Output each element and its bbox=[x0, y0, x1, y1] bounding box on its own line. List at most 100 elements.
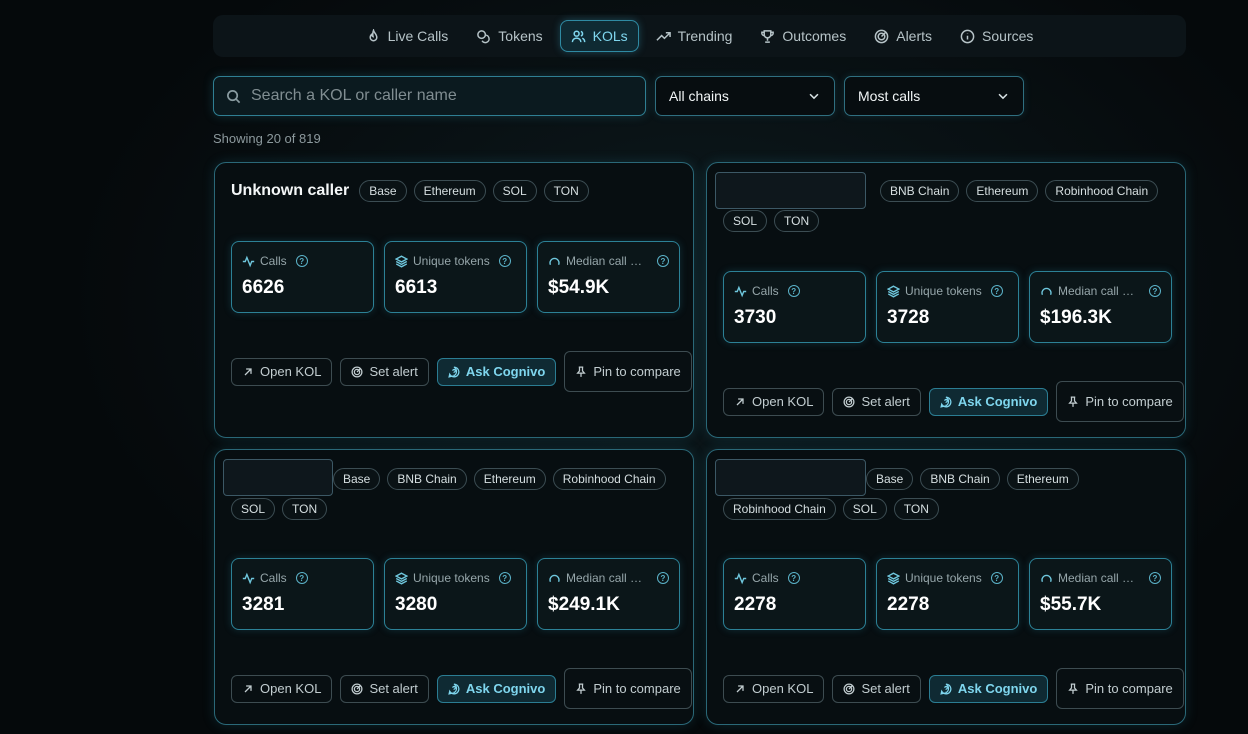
chain-select-value: All chains bbox=[669, 88, 729, 104]
chain-chip: Robinhood Chain bbox=[552, 468, 666, 490]
chain-chip: BNB Chain bbox=[880, 180, 960, 202]
redacted-caller-name bbox=[223, 459, 333, 496]
button-label: Pin to compare bbox=[593, 681, 681, 696]
stat-label: Median call ma... bbox=[566, 571, 648, 585]
stat-label: Unique tokens bbox=[905, 571, 982, 585]
stat-label: Median call ma... bbox=[566, 254, 648, 268]
tab-sources[interactable]: Sources bbox=[949, 20, 1044, 52]
stat-label: Calls bbox=[260, 571, 287, 585]
tab-kols[interactable]: KOLs bbox=[559, 20, 639, 52]
stat-value: $196.3K bbox=[1040, 307, 1112, 328]
open-kol-button[interactable]: Open KOL bbox=[723, 674, 825, 703]
set-alert-button[interactable]: Set alert bbox=[340, 357, 429, 386]
stat-label: Median call ma... bbox=[1058, 284, 1140, 298]
chain-chip: TON bbox=[774, 210, 820, 232]
help-icon[interactable]: ? bbox=[1149, 572, 1161, 584]
kol-card: Base BNB Chain Ethereum Robinhood Chain … bbox=[214, 449, 694, 725]
help-icon[interactable]: ? bbox=[498, 572, 511, 584]
results-count: Showing 20 of 819 bbox=[213, 131, 321, 146]
tab-trending[interactable]: Trending bbox=[645, 20, 744, 52]
arrow-up-right-icon bbox=[244, 367, 252, 375]
kol-search-box[interactable] bbox=[213, 76, 646, 116]
ask-cognivo-button[interactable]: Ask Cognivo bbox=[928, 387, 1049, 416]
open-kol-button[interactable]: Open KOL bbox=[723, 387, 825, 416]
help-icon[interactable]: ? bbox=[990, 572, 1003, 584]
stat-value: 6626 bbox=[242, 277, 285, 298]
gauge-icon bbox=[1041, 287, 1052, 295]
chain-select[interactable]: All chains bbox=[655, 76, 835, 116]
tab-alerts[interactable]: Alerts bbox=[863, 20, 943, 52]
set-alert-button[interactable]: Set alert bbox=[832, 674, 921, 703]
tab-label: KOLs bbox=[592, 28, 628, 44]
chain-chip: Base bbox=[359, 180, 407, 202]
chain-chip: Ethereum bbox=[473, 468, 546, 490]
activity-icon bbox=[242, 572, 255, 584]
button-label: Ask Cognivo bbox=[465, 364, 546, 379]
ask-cognivo-button[interactable]: Ask Cognivo bbox=[436, 357, 557, 386]
help-icon[interactable]: ? bbox=[787, 285, 800, 297]
stat-median: Median call ma... ? $55.7K bbox=[1029, 558, 1172, 630]
button-label: Set alert bbox=[369, 364, 418, 379]
chain-chip: TON bbox=[893, 498, 939, 520]
help-icon[interactable]: ? bbox=[657, 572, 669, 584]
chain-chip: BNB Chain bbox=[920, 468, 1000, 490]
pin-to-compare-button[interactable]: Pin to compare bbox=[564, 351, 692, 392]
stat-value: 3280 bbox=[395, 594, 438, 615]
set-alert-button[interactable]: Set alert bbox=[340, 674, 429, 703]
ask-cognivo-button[interactable]: Ask Cognivo bbox=[436, 674, 557, 703]
button-label: Ask Cognivo bbox=[465, 681, 546, 696]
pin-to-compare-button[interactable]: Pin to compare bbox=[1056, 668, 1184, 709]
help-bubble-icon bbox=[448, 365, 460, 378]
button-label: Open KOL bbox=[752, 394, 814, 409]
stat-unique-tokens: Unique tokens ? 3728 bbox=[876, 271, 1019, 343]
button-label: Pin to compare bbox=[593, 364, 681, 379]
help-icon[interactable]: ? bbox=[295, 255, 308, 267]
main-nav-tabs: Live Calls Tokens KOLs Trending Outcomes… bbox=[213, 15, 1186, 57]
button-label: Ask Cognivo bbox=[957, 681, 1038, 696]
stat-label: Unique tokens bbox=[413, 571, 490, 585]
tab-label: Trending bbox=[677, 28, 733, 44]
tab-tokens[interactable]: Tokens bbox=[465, 20, 553, 52]
trophy-icon bbox=[761, 29, 775, 43]
tab-label: Outcomes bbox=[782, 28, 847, 44]
open-kol-button[interactable]: Open KOL bbox=[231, 674, 333, 703]
help-icon[interactable]: ? bbox=[1149, 285, 1161, 297]
gauge-icon bbox=[1041, 574, 1052, 582]
help-icon[interactable]: ? bbox=[787, 572, 800, 584]
button-label: Pin to compare bbox=[1085, 394, 1173, 409]
tab-outcomes[interactable]: Outcomes bbox=[749, 20, 857, 52]
help-icon[interactable]: ? bbox=[498, 255, 511, 267]
redacted-caller-name bbox=[715, 459, 866, 496]
button-label: Set alert bbox=[861, 394, 910, 409]
chain-chip: Robinhood Chain bbox=[1045, 180, 1159, 202]
stat-value: 3281 bbox=[242, 594, 285, 615]
stat-calls: Calls ? 6626 bbox=[231, 241, 374, 313]
search-input[interactable] bbox=[251, 87, 621, 105]
radar-icon bbox=[843, 395, 855, 408]
ask-cognivo-button[interactable]: Ask Cognivo bbox=[928, 674, 1049, 703]
stat-label: Unique tokens bbox=[413, 254, 490, 268]
chain-chip: Robinhood Chain bbox=[723, 498, 836, 520]
sort-select[interactable]: Most calls bbox=[844, 76, 1024, 116]
pin-icon bbox=[576, 682, 587, 694]
activity-icon bbox=[734, 285, 747, 297]
stat-median: Median call ma... ? $54.9K bbox=[537, 241, 680, 313]
stat-median: Median call ma... ? $249.1K bbox=[537, 558, 680, 630]
stat-value: $54.9K bbox=[548, 277, 610, 298]
open-kol-button[interactable]: Open KOL bbox=[231, 357, 333, 386]
help-icon[interactable]: ? bbox=[295, 572, 308, 584]
card-actions: Open KOL Set alert Ask Cognivo Pin to co… bbox=[723, 381, 1184, 422]
chain-chip: TON bbox=[543, 180, 589, 202]
pin-to-compare-button[interactable]: Pin to compare bbox=[1056, 381, 1184, 422]
chain-chip: SOL bbox=[842, 498, 887, 520]
stats-row: Calls ? 6626 Unique tokens ? 6613 Median… bbox=[231, 241, 680, 313]
gauge-icon bbox=[549, 574, 560, 582]
help-icon[interactable]: ? bbox=[657, 255, 669, 267]
users-icon bbox=[571, 30, 586, 42]
help-icon[interactable]: ? bbox=[990, 285, 1003, 297]
set-alert-button[interactable]: Set alert bbox=[832, 387, 921, 416]
stat-value: 6613 bbox=[395, 277, 438, 298]
pin-to-compare-button[interactable]: Pin to compare bbox=[564, 668, 692, 709]
tab-live-calls[interactable]: Live Calls bbox=[355, 20, 460, 52]
caller-name: Unknown caller bbox=[231, 182, 350, 199]
